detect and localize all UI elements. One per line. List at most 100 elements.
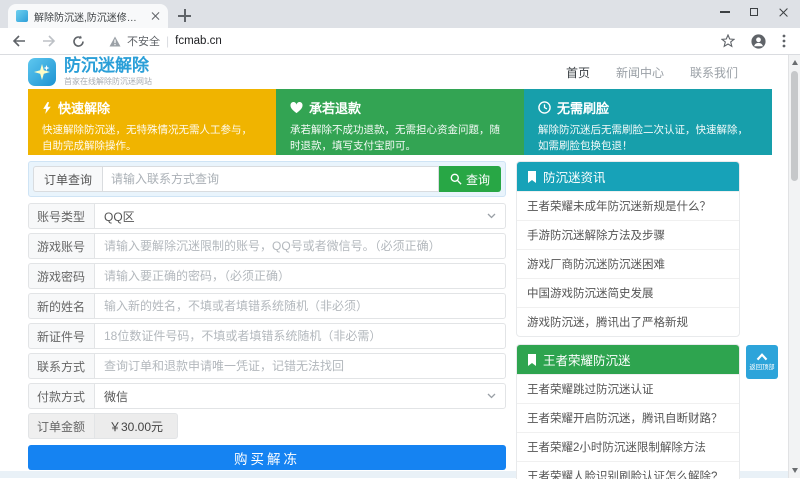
query-button-label: 查询 [466,171,490,188]
maximize-icon[interactable] [750,8,758,16]
lightning-icon [42,101,52,115]
banner-body: 承若解除不成功退款，无需担心资金问题，随时退款，填写支付宝即可。 [290,122,510,155]
form-row-game-account: 游戏账号 [28,233,506,259]
news-link[interactable]: 中国游戏防沉迷简史发展 [517,278,739,307]
top-nav: 首页 新闻中心 联系我们 [566,64,738,81]
order-form: 订单查询 查询 账号类型 QQ区 [28,161,506,479]
profile-icon[interactable] [751,34,766,49]
new-name-input[interactable] [94,293,506,319]
clock-icon [538,101,551,114]
bookmark-icon [527,171,537,183]
news-link[interactable]: 王者荣耀开启防沉迷，腾讯自断财路？ [517,403,739,432]
banner-no-face-scan: 无需刷脸 解除防沉迷后无需刷脸二次认证，快速解除，如需刷脸包换包退！ [524,89,772,155]
banner-fast-unlock: 快速解除 快速解除防沉迷，无特殊情况无需人工参与，自助完成解除操作。 [28,89,276,155]
site-subtitle: 首家在线解除防沉迷网站 [64,76,152,87]
heart-icon [290,102,303,114]
field-label: 新证件号 [28,323,94,349]
close-icon[interactable] [778,7,788,17]
game-account-input[interactable] [94,233,506,259]
scroll-up-icon[interactable] [792,60,798,65]
search-icon [450,173,462,185]
feature-banners: 快速解除 快速解除防沉迷，无特殊情况无需人工参与，自助完成解除操作。 承若退款 … [28,89,772,155]
minimize-icon[interactable] [720,11,730,13]
site-title: 防沉迷解除 [64,57,152,76]
browser-tab[interactable]: 解除防沉迷,防沉迷修改-无需二次 [8,4,168,28]
scrollbar-thumb[interactable] [791,71,798,181]
buy-unfreeze-button[interactable]: 购买解冻 [28,445,506,470]
field-label: 联系方式 [28,353,94,379]
site-logo[interactable]: 防沉迷解除 首家在线解除防沉迷网站 [28,57,152,88]
back-to-top-label: 返回顶部 [749,363,774,372]
address-bar[interactable]: 不安全 | fcmab.cn [101,33,705,49]
chevron-up-icon [755,352,769,361]
account-type-select[interactable]: QQ区 [94,203,506,229]
scroll-down-icon[interactable] [792,468,798,473]
forward-icon[interactable] [42,35,56,47]
form-row-new-name: 新的姓名 [28,293,506,319]
payment-method-select[interactable]: 微信 [94,383,506,409]
field-label: 游戏密码 [28,263,94,289]
form-row-order-amount: 订单金额 ￥30.00元 [28,413,506,439]
browser-toolbar: 不安全 | fcmab.cn [0,28,800,55]
nav-item-news[interactable]: 新闻中心 [616,64,664,81]
tab-title: 解除防沉迷,防沉迷修改-无需二次 [34,9,144,24]
panel-anti-addiction-news: 防沉迷资讯 王者荣耀未成年防沉迷新规是什么？ 手游防沉迷解除方法及步骤 游戏厂商… [516,161,740,337]
panel-header: 王者荣耀防沉迷 [517,345,739,374]
news-link[interactable]: 游戏厂商防沉迷防沉迷困难 [517,249,739,278]
panel-title: 王者荣耀防沉迷 [543,350,631,369]
page-scrollbar[interactable] [788,55,800,478]
form-row-game-password: 游戏密码 [28,263,506,289]
banner-title: 承若退款 [309,98,361,117]
banner-title: 无需刷脸 [557,98,609,117]
bookmark-icon [527,354,537,366]
form-row-payment-method: 付款方式 微信 [28,383,506,409]
new-id-number-input[interactable] [94,323,506,349]
reload-icon[interactable] [72,35,85,48]
main-area: 订单查询 查询 账号类型 QQ区 [28,161,740,479]
panel-header: 防沉迷资讯 [517,162,739,191]
sparkle-icon [28,58,56,86]
order-query-input[interactable] [102,166,439,192]
tab-close-icon[interactable] [150,11,160,21]
news-link[interactable]: 游戏防沉迷，腾讯出了严格新规 [517,307,739,336]
form-row-new-id-number: 新证件号 [28,323,506,349]
url-separator: | [166,34,169,48]
new-tab-icon[interactable] [178,9,192,23]
order-query-label: 订单查询 [33,166,102,192]
panel-title: 防沉迷资讯 [543,167,606,186]
selected-value: QQ区 [104,208,135,225]
panel-honor-of-kings: 王者荣耀防沉迷 王者荣耀跳过防沉迷认证 王者荣耀开启防沉迷，腾讯自断财路？ 王者… [516,344,740,479]
window-controls [720,7,788,17]
chevron-down-icon [487,393,496,399]
field-label: 游戏账号 [28,233,94,259]
banner-refund-promise: 承若退款 承若解除不成功退款，无需担心资金问题，随时退款，填写支付宝即可。 [276,89,524,155]
news-link[interactable]: 王者荣耀跳过防沉迷认证 [517,374,739,403]
form-row-account-type: 账号类型 QQ区 [28,203,506,229]
banner-body: 快速解除防沉迷，无特殊情况无需人工参与，自助完成解除操作。 [42,122,262,155]
news-link[interactable]: 王者荣耀人脸识别刷脸认证怎么解除? [517,461,739,479]
back-icon[interactable] [12,35,26,47]
menu-dots-icon[interactable] [782,34,786,48]
banner-body: 解除防沉迷后无需刷脸二次认证，快速解除，如需刷脸包换包退！ [538,122,758,155]
news-link[interactable]: 王者荣耀未成年防沉迷新规是什么？ [517,191,739,220]
page-content: 防沉迷解除 首家在线解除防沉迷网站 首页 新闻中心 联系我们 快速解除 快速解除… [0,55,800,478]
query-button[interactable]: 查询 [439,166,501,192]
contact-input[interactable] [94,353,506,379]
star-icon[interactable] [721,34,735,48]
news-link[interactable]: 手游防沉迷解除方法及步骤 [517,220,739,249]
selected-value: 微信 [104,388,128,405]
order-query-panel: 订单查询 查询 [28,161,506,197]
url-text: fcmab.cn [175,35,222,47]
browser-tab-strip: 解除防沉迷,防沉迷修改-无需二次 [0,0,800,28]
news-link[interactable]: 王者荣耀2小时防沉迷限制解除方法 [517,432,739,461]
game-password-input[interactable] [94,263,506,289]
back-to-top-button[interactable]: 返回顶部 [746,345,778,379]
order-amount-value: ￥30.00元 [94,413,178,439]
nav-item-contact[interactable]: 联系我们 [690,64,738,81]
chevron-down-icon [487,213,496,219]
field-label: 订单金额 [28,413,94,439]
nav-item-home[interactable]: 首页 [566,64,590,81]
field-label: 账号类型 [28,203,94,229]
field-label: 付款方式 [28,383,94,409]
site-header: 防沉迷解除 首家在线解除防沉迷网站 首页 新闻中心 联系我们 [0,55,800,89]
